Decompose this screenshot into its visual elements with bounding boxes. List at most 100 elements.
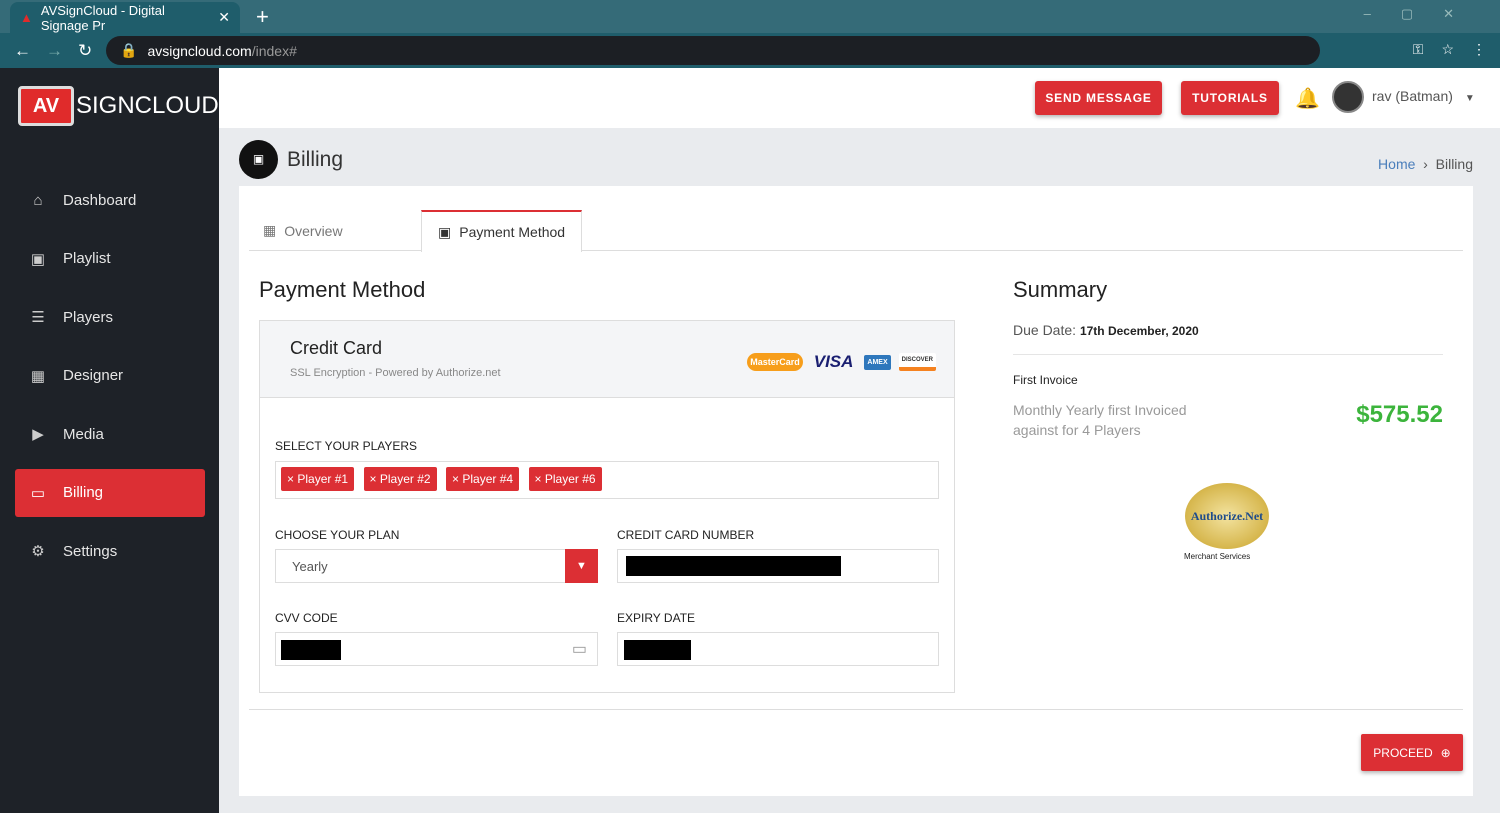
send-message-button[interactable]: SEND MESSAGE [1035,81,1162,115]
tab-title: AVSignCloud - Digital Signage Pr [40,2,165,33]
star-icon[interactable]: ☆ [1441,41,1454,58]
player-chip[interactable]: × Player #2 [363,467,437,491]
sidebar-label: Designer [63,367,124,384]
authorize-net-seal[interactable]: Authorize.Net [1185,483,1269,549]
sidebar-label: Playlist [63,250,111,267]
address-bar-row: ← → ↻ 🔒 avsigncloud.com/index# ⚿ ☆ ⋮ [0,33,1500,68]
logo-mark: AV [18,86,74,126]
player-chip[interactable]: × Player #6 [528,467,602,491]
discover-icon: DISCOVER [898,353,936,371]
sidebar-label: Media [63,425,104,443]
sidebar-label: Players [63,308,114,326]
mastercard-icon: MasterCard [747,353,803,371]
forward-icon[interactable]: → [46,41,64,61]
bell-icon[interactable]: 🔔 [1295,86,1320,111]
favicon-icon: ▲ [20,10,33,25]
due-label: Due Date: [1013,322,1077,338]
sidebar-item-billing[interactable]: ▭ Billing [15,468,205,517]
money-icon: ▣ [438,223,452,240]
sidebar-item-settings[interactable]: ⚙ Settings [15,527,205,575]
sidebar-item-dashboard[interactable]: ⌂ Dashboard [15,176,205,224]
chip-label: Player #6 [544,472,596,486]
reload-icon[interactable]: ↻ [78,41,96,61]
card-brands: MasterCard VISA AMEX DISCOVER [747,348,936,376]
plan-select[interactable]: Yearly ▼ [275,549,598,583]
avatar[interactable] [1332,81,1364,113]
due-value: 17th December, 2020 [1079,324,1199,338]
close-tab-icon[interactable]: ✕ [218,9,230,26]
billing-card: ▦ Overview ▣ Payment Method Payment Method… [239,186,1473,796]
chip-label: Player #2 [379,472,431,486]
invoice-amount: $575.52 [1356,401,1443,428]
players-icon: ☰ [31,309,45,326]
expiry-label: EXPIRY DATE [617,611,696,625]
summary-heading: Summary [1013,277,1108,302]
chip-label: Player #4 [462,472,514,486]
menu-dots-icon[interactable]: ⋮ [1472,41,1486,58]
invoice-title: First Invoice [1013,373,1078,387]
key-icon[interactable]: ⚿ [1413,41,1424,58]
lock-icon: 🔒 [120,42,138,58]
url-input[interactable]: 🔒 avsigncloud.com/index# [106,36,1320,65]
url-path: /index# [251,42,297,59]
invoice-desc-line: Monthly Yearly first Invoiced [1013,402,1187,418]
page-title: Billing [287,148,344,171]
window-controls[interactable]: –▢✕ [1364,6,1484,22]
chevron-down-icon: ▼ [1464,93,1475,104]
arrow-circle-icon: ⊕ [1440,745,1451,760]
divider [1013,354,1443,355]
redacted-value [626,556,841,576]
tab-payment-method[interactable]: ▣ Payment Method [421,210,583,252]
tab-label: Overview [284,222,343,239]
back-icon[interactable]: ← [14,41,32,61]
breadcrumb-home[interactable]: Home [1378,156,1415,172]
designer-icon: ▦ [30,367,46,385]
card-title: Credit Card [290,338,383,358]
players-select[interactable]: × Player #1 × Player #2 × Player #4 × Pl… [275,461,939,499]
players-label: SELECT YOUR PLAYERS [275,439,418,453]
top-bar: SEND MESSAGE TUTORIALS 🔔 rav (Batman) ▼ [219,68,1500,128]
due-date: Due Date: 17th December, 2020 [1013,322,1199,338]
sidebar-item-designer[interactable]: ▦ Designer [15,352,205,400]
playlist-icon: ▣ [30,250,46,268]
sidebar-label: Settings [63,542,118,560]
tutorials-button[interactable]: TUTORIALS [1181,81,1279,115]
tab-overview[interactable]: ▦ Overview [263,210,343,251]
breadcrumb: Home › Billing [1378,156,1473,172]
plan-label: CHOOSE YOUR PLAN [275,528,400,542]
grid-icon: ▦ [263,222,277,238]
new-tab-button[interactable]: + [256,4,269,30]
tab-label: Payment Method [459,224,566,240]
player-chip[interactable]: × Player #4 [446,467,520,491]
credit-card-number-input[interactable] [617,549,939,583]
invoice-description: Monthly Yearly first Invoiced against for… [1013,400,1187,440]
proceed-button[interactable]: PROCEED ⊕ [1361,734,1463,771]
cvv-label: CVV CODE [275,611,338,625]
payment-method-heading: Payment Method [259,277,426,302]
sidebar-item-players[interactable]: ☰ Players [15,293,205,341]
logo[interactable]: AV SIGNCLOUD [18,86,219,126]
sidebar-item-media[interactable]: ▶ Media [15,410,205,458]
amex-icon: AMEX [864,354,891,370]
seal-caption: Merchant Services [1184,552,1251,561]
browser-extensions: ⚿ ☆ ⋮ [1413,41,1486,58]
proceed-label: PROCEED [1373,745,1433,760]
sidebar: AV SIGNCLOUD ⌂ Dashboard ▣ Playlist ☰ Player… [0,68,219,813]
billing-icon: ▭ [30,484,46,502]
redacted-value [624,640,691,660]
card-icon: ▭ [571,641,587,658]
logo-text: SIGNCLOUD [76,92,219,119]
browser-tabstrip: ▲ AVSignCloud - Digital Signage Pr ✕ + –▢✕ [0,0,1500,33]
user-menu[interactable]: rav (Batman) ▼ [1372,88,1475,104]
chip-label: Player #1 [297,472,349,486]
redacted-value [281,640,341,660]
credit-card-panel: Credit Card SSL Encryption - Powered by … [259,320,955,693]
invoice-desc-line: against for 4 Players [1013,422,1141,438]
expiry-date-input[interactable] [617,632,939,666]
sidebar-item-playlist[interactable]: ▣ Playlist [15,235,205,283]
player-chip[interactable]: × Player #1 [281,467,355,491]
browser-tab[interactable]: ▲ AVSignCloud - Digital Signage Pr ✕ [10,2,240,33]
chevron-down-icon[interactable]: ▼ [565,549,598,583]
cvv-input[interactable]: ▭ [275,632,598,666]
sidebar-label: Billing [63,484,104,501]
